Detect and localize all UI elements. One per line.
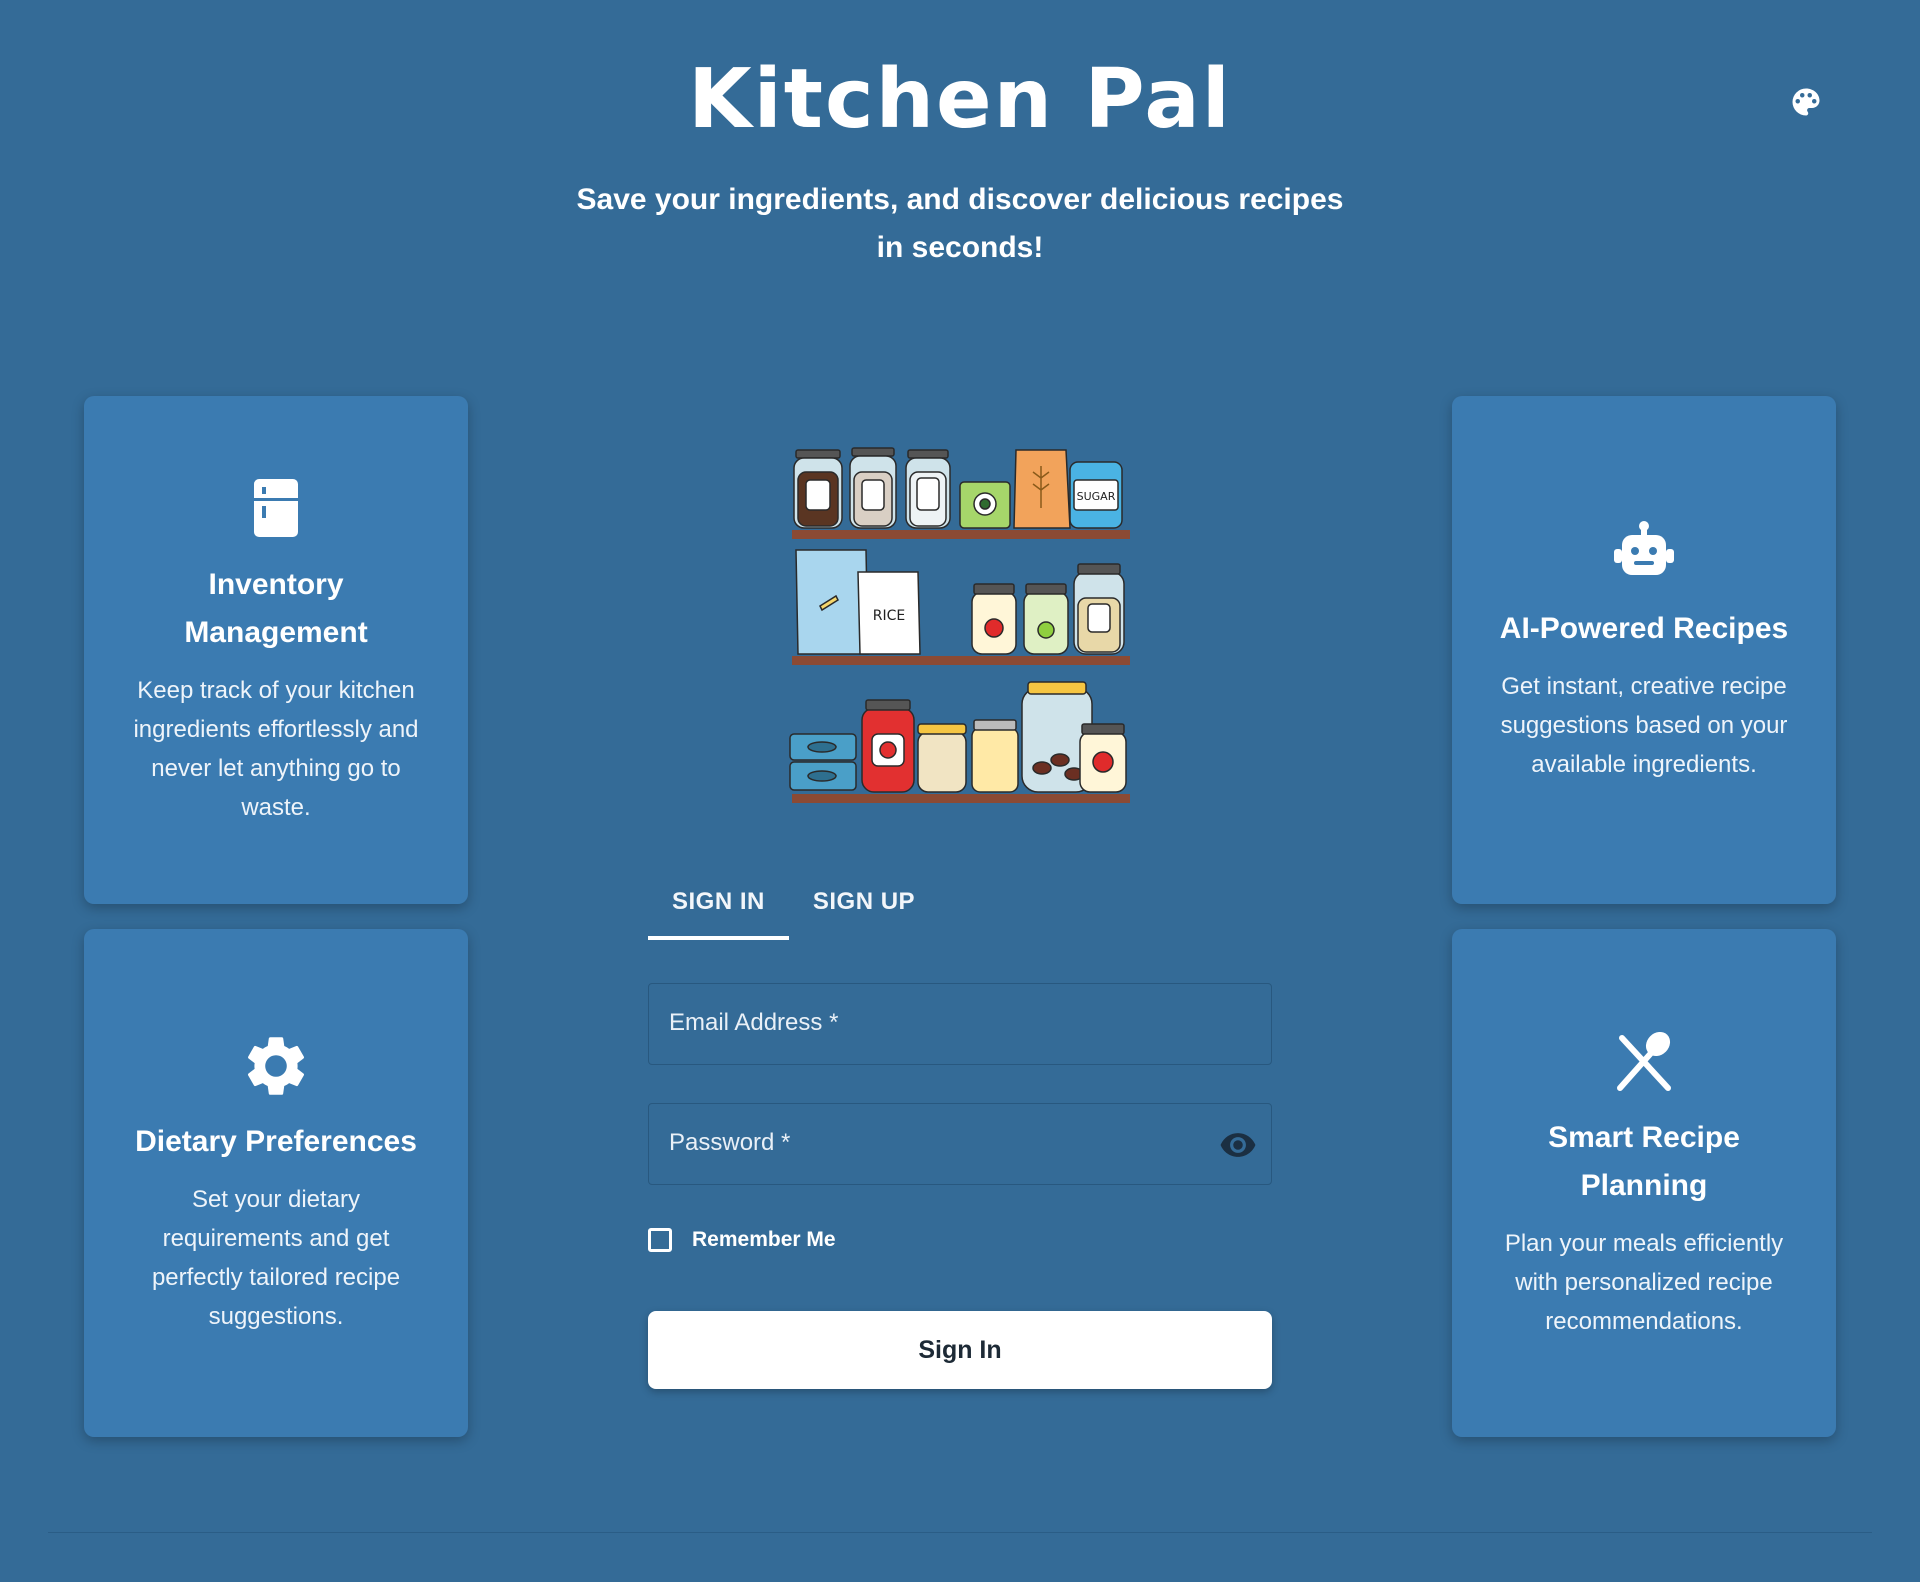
feature-description: Keep track of your kitchen ingredients e… — [133, 677, 419, 821]
feature-description: Set your dietary requirements and get pe… — [151, 1186, 401, 1330]
visibility-toggle-icon[interactable] — [1219, 1126, 1257, 1164]
remember-me-label: Remember Me — [692, 1228, 836, 1251]
feature-title: Smart Recipe Planning — [1548, 1120, 1740, 1202]
feature-card-smart-planning: Smart Recipe Planning Plan your meals ef… — [1452, 929, 1836, 1437]
email-field[interactable]: Email Address * — [648, 983, 1272, 1065]
rice-bag-label: RICE — [873, 608, 905, 624]
feature-card-ai: AI-Powered Recipes Get instant, creative… — [1452, 396, 1836, 904]
page-title: Kitchen Pal — [688, 52, 1232, 147]
gear-icon — [247, 1037, 305, 1095]
palette-icon[interactable] — [1788, 84, 1824, 120]
feature-title: AI-Powered Recipes — [1499, 611, 1789, 645]
password-field-label: Password * — [669, 1129, 791, 1156]
tab-sign-in[interactable]: SIGN IN — [648, 878, 789, 940]
utensils-icon — [1617, 1031, 1671, 1091]
sign-in-button[interactable]: Sign In — [648, 1311, 1272, 1389]
feature-description: Get instant, creative recipe suggestions… — [1500, 672, 1788, 778]
feature-title: Dietary Preferences — [135, 1125, 417, 1158]
page-subtitle: Save your ingredients, and discover deli… — [576, 183, 1344, 264]
feature-card-inventory: Inventory Management Keep track of your … — [84, 396, 468, 904]
auth-tabs: SIGN IN SIGN UP — [648, 878, 939, 940]
pantry-shelves-illustration: SUGAR RICE — [789, 447, 1130, 803]
feature-card-dietary: Dietary Preferences Set your dietary req… — [84, 929, 468, 1437]
email-field-label: Email Address * — [669, 1009, 839, 1036]
feature-description: Plan your meals efficiently with persona… — [1504, 1229, 1784, 1335]
feature-title: Inventory Management — [184, 568, 368, 649]
footer-divider — [48, 1532, 1872, 1533]
sugar-jar-label: SUGAR — [1077, 490, 1116, 503]
fridge-icon — [254, 479, 298, 537]
checkbox-box[interactable] — [648, 1228, 672, 1252]
tab-sign-up[interactable]: SIGN UP — [789, 878, 939, 936]
password-field[interactable]: Password * — [648, 1103, 1272, 1185]
robot-icon — [1614, 520, 1674, 575]
remember-me-checkbox[interactable]: Remember Me — [648, 1228, 836, 1252]
